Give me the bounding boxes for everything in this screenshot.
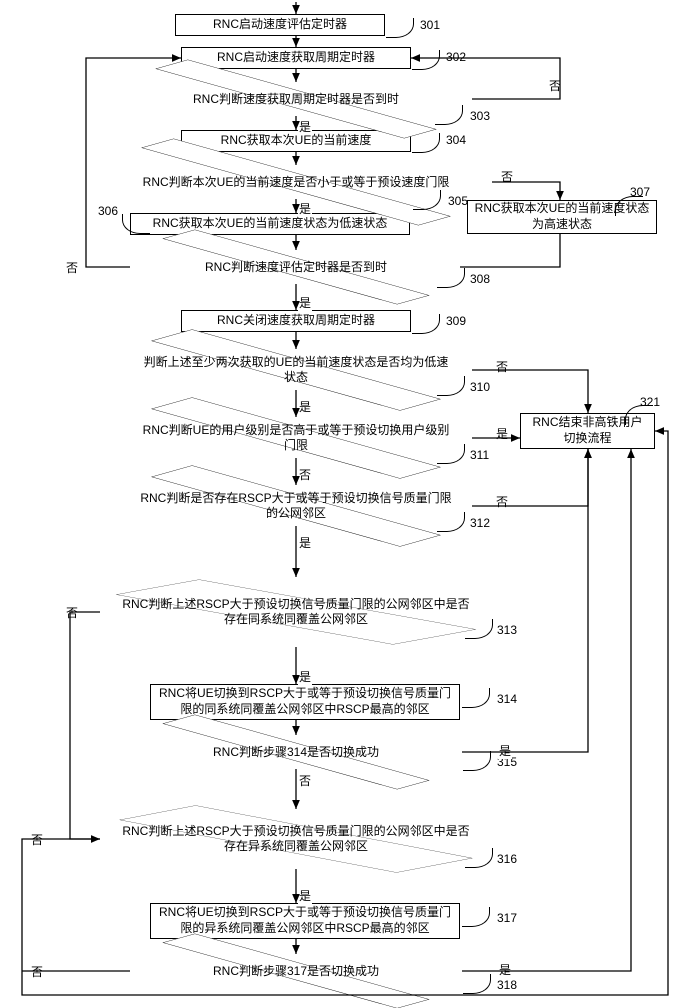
ref-curl bbox=[615, 196, 643, 216]
ref-curl bbox=[412, 314, 440, 334]
process-301: RNC启动速度评估定时器 bbox=[175, 14, 385, 36]
ref-318: 318 bbox=[497, 978, 517, 992]
decision-303: RNC判断速度获取周期定时器是否到时 bbox=[120, 76, 472, 122]
label-yes: 是 bbox=[498, 961, 512, 978]
label-no: 否 bbox=[500, 168, 514, 185]
ref-309: 309 bbox=[446, 314, 466, 328]
ref-curl bbox=[625, 405, 653, 425]
ref-302: 302 bbox=[446, 50, 466, 64]
ref-301: 301 bbox=[420, 18, 440, 32]
decision-315: RNC判断步骤314是否切换成功 bbox=[130, 729, 462, 775]
ref-314: 314 bbox=[497, 692, 517, 706]
label-no: 否 bbox=[65, 259, 79, 276]
ref-313: 313 bbox=[497, 623, 517, 637]
process-302: RNC启动速度获取周期定时器 bbox=[181, 47, 411, 69]
ref-curl bbox=[412, 50, 440, 70]
ref-curl bbox=[463, 974, 491, 994]
decision-316: RNC判断上述RSCP大于预设切换信号质量门限的公网邻区中是否存在异系统同覆盖公… bbox=[100, 785, 492, 893]
process-309: RNC关闭速度获取周期定时器 bbox=[181, 310, 411, 332]
ref-311: 311 bbox=[470, 448, 489, 462]
ref-curl bbox=[413, 190, 441, 210]
ref-312: 312 bbox=[470, 516, 490, 530]
label-no: 否 bbox=[548, 77, 562, 94]
decision-318: RNC判断步骤317是否切换成功 bbox=[130, 948, 462, 994]
decision-311: RNC判断UE的用户级别是否高于或等于预设切换用户级别门限 bbox=[120, 409, 472, 467]
label-no: 否 bbox=[298, 772, 312, 789]
process-304: RNC获取本次UE的当前速度 bbox=[181, 130, 411, 152]
ref-316: 316 bbox=[497, 852, 517, 866]
decision-308: RNC判断速度评估定时器是否到时 bbox=[130, 244, 462, 290]
ref-303: 303 bbox=[470, 109, 490, 123]
decision-313: RNC判断上述RSCP大于预设切换信号质量门限的公网邻区中是否存在同系统同覆盖公… bbox=[100, 553, 492, 671]
ref-317: 317 bbox=[497, 911, 517, 925]
ref-305: 305 bbox=[448, 194, 468, 208]
ref-curl bbox=[386, 18, 414, 38]
ref-curl bbox=[462, 688, 490, 708]
process-306: RNC获取本次UE的当前速度状态为低速状态 bbox=[130, 213, 410, 235]
label-no: 否 bbox=[298, 466, 312, 483]
label-yes: 是 bbox=[298, 294, 312, 311]
label-yes: 是 bbox=[495, 425, 509, 442]
ref-curl bbox=[435, 105, 463, 125]
label-yes: 是 bbox=[298, 398, 312, 415]
label-yes: 是 bbox=[298, 668, 312, 685]
ref-curl bbox=[463, 751, 491, 771]
decision-310: 判断上述至少两次获取的UE的当前速度状态是否均为低速状态 bbox=[120, 341, 472, 399]
label-yes: 是 bbox=[498, 742, 512, 759]
ref-306: 306 bbox=[98, 204, 118, 218]
decision-312: RNC判断是否存在RSCP大于或等于预设切换信号质量门限的公网邻区 bbox=[120, 477, 472, 535]
ref-308: 308 bbox=[470, 272, 490, 286]
ref-curl bbox=[462, 907, 490, 927]
ref-curl bbox=[122, 214, 150, 234]
label-no: 否 bbox=[65, 604, 79, 621]
label-no: 否 bbox=[495, 358, 509, 375]
ref-curl bbox=[412, 133, 440, 153]
label-yes: 是 bbox=[298, 200, 312, 217]
label-yes: 是 bbox=[298, 887, 312, 904]
label-no: 否 bbox=[30, 831, 44, 848]
label-yes: 是 bbox=[298, 534, 312, 551]
ref-310: 310 bbox=[470, 380, 490, 394]
label-no: 否 bbox=[30, 963, 44, 980]
label-no: 否 bbox=[495, 493, 509, 510]
ref-304: 304 bbox=[446, 133, 466, 147]
label-yes: 是 bbox=[298, 118, 312, 135]
